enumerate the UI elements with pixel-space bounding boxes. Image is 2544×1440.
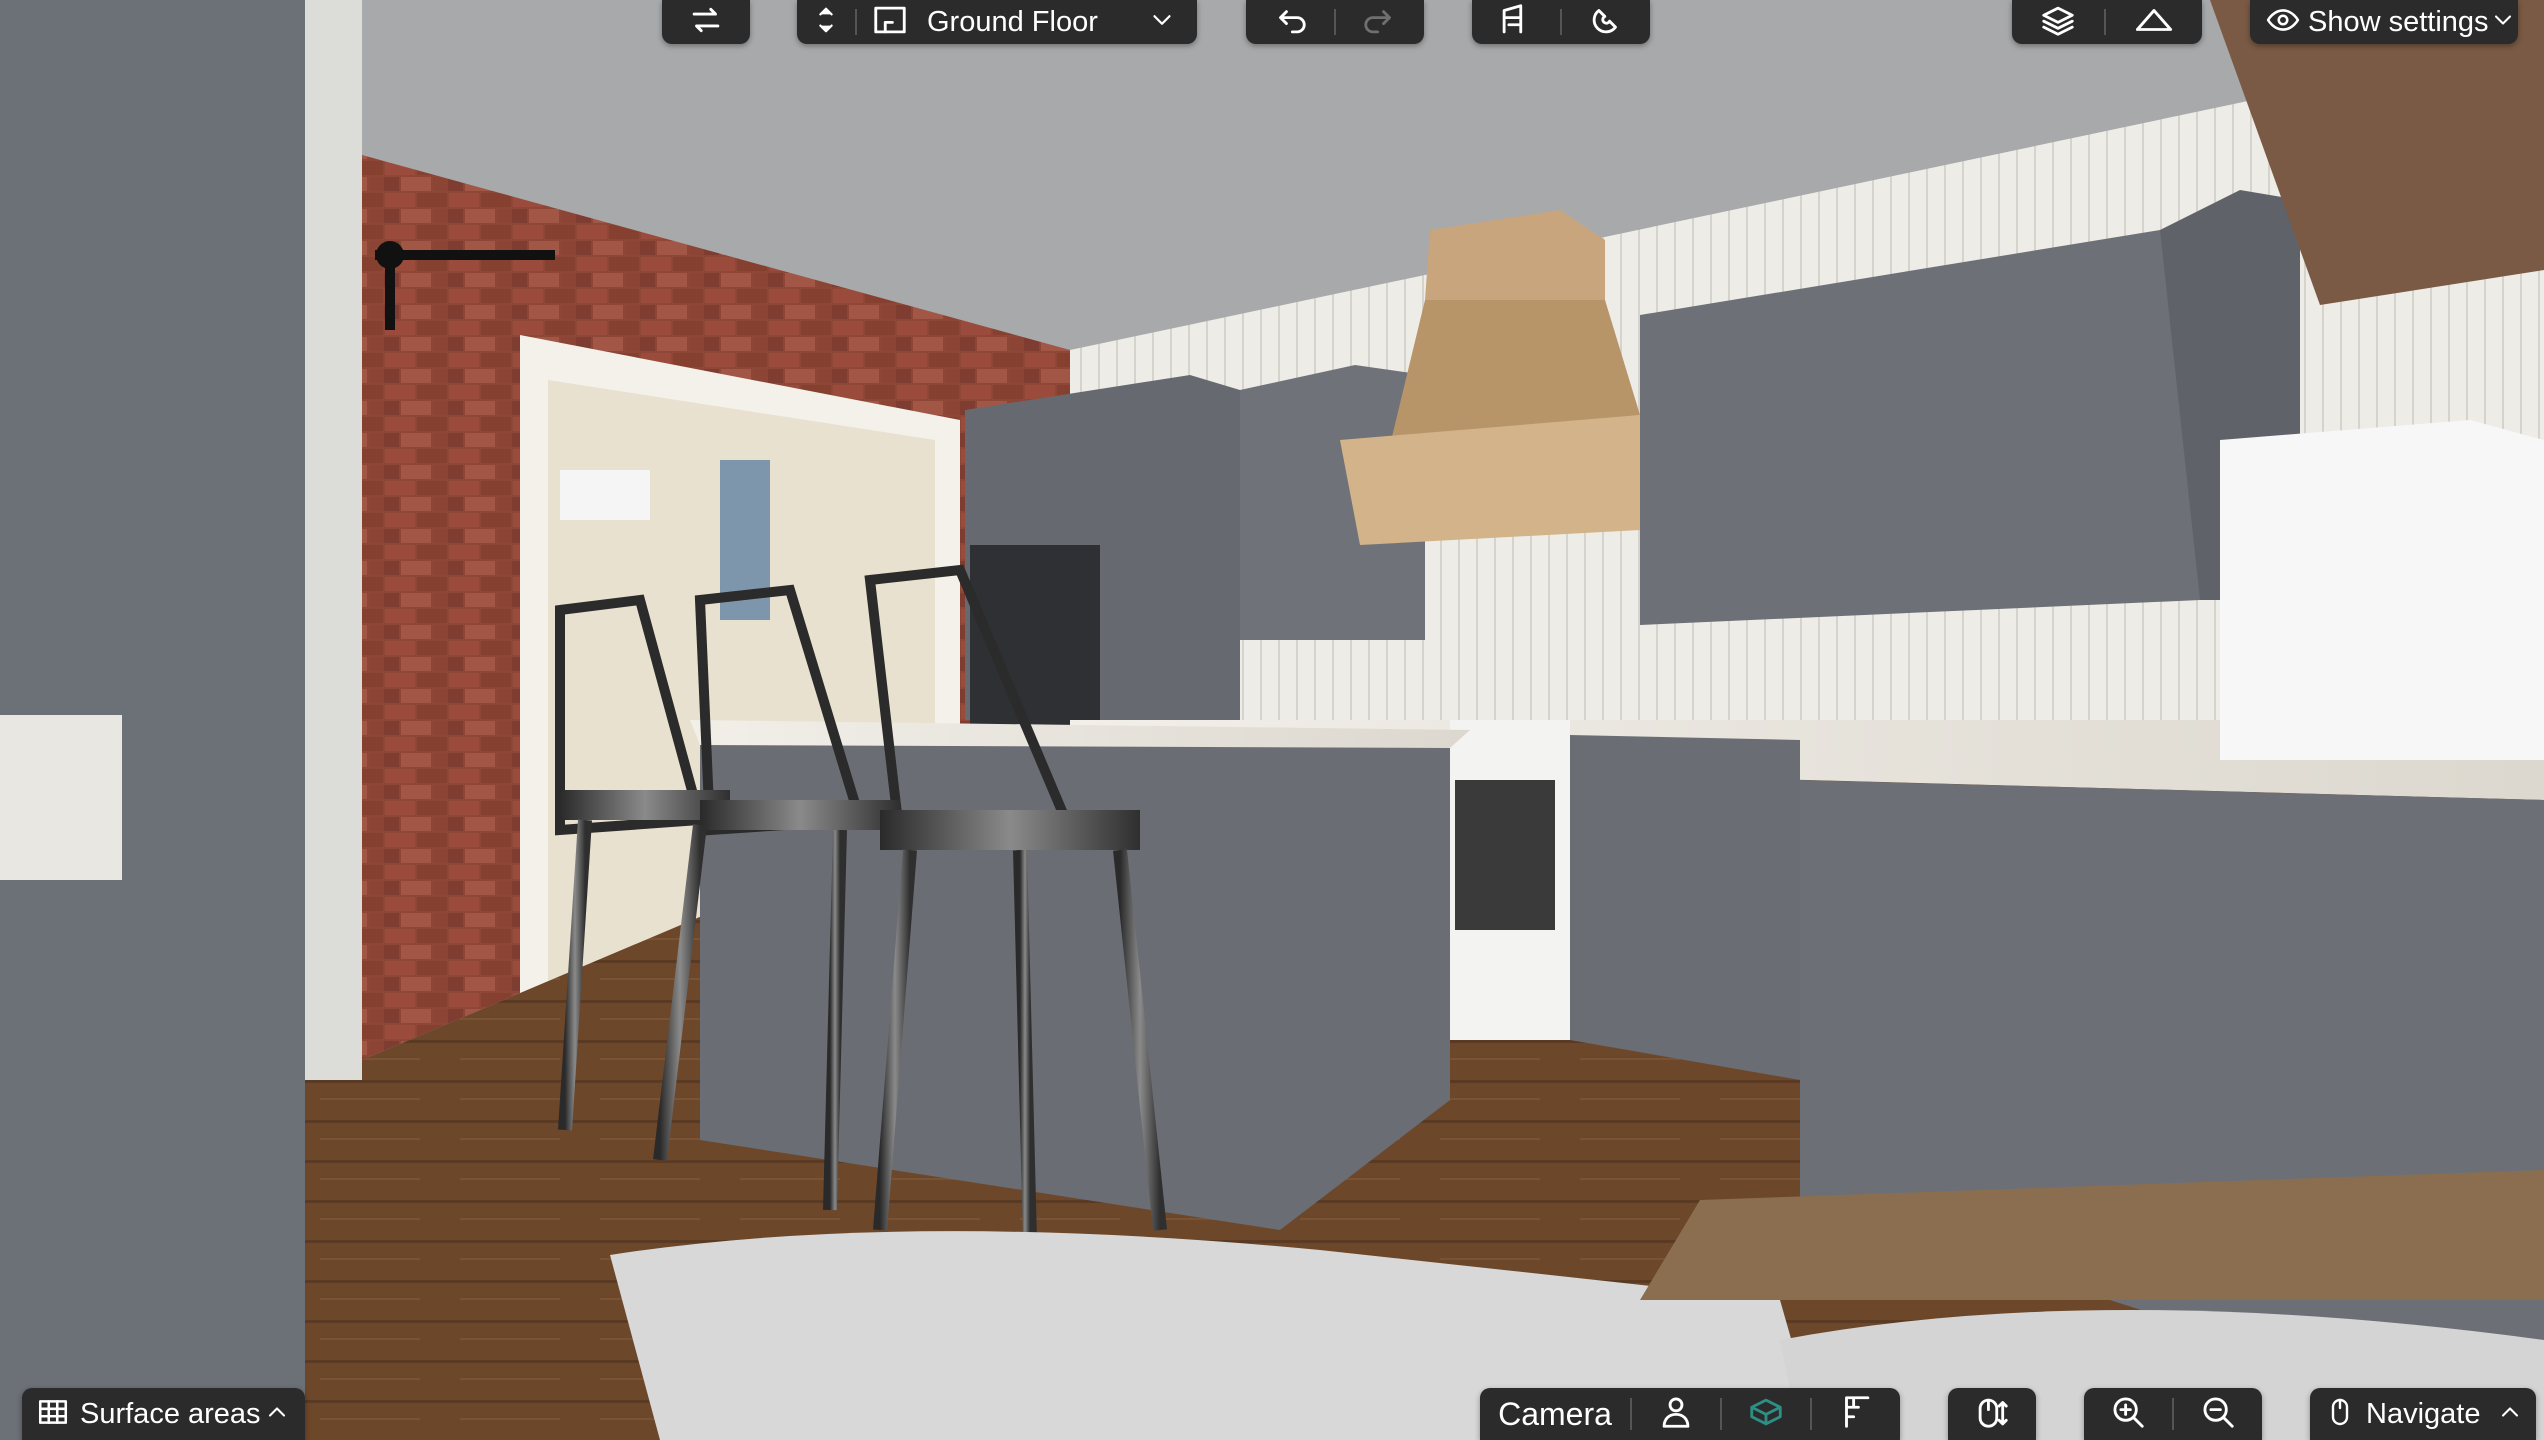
zoom-in-icon: [2109, 1393, 2147, 1436]
swap-toolbar: [662, 0, 750, 44]
layers-button[interactable]: [2012, 0, 2104, 44]
magnet-tool-button[interactable]: [1562, 0, 1650, 44]
mouse-mode-button[interactable]: [1948, 1388, 2036, 1440]
cube-icon: [1747, 1393, 1785, 1436]
paint-tool-button[interactable]: [1472, 0, 1560, 44]
chevron-down-icon: [1147, 5, 1177, 40]
roof-button[interactable]: [2106, 0, 2202, 44]
chevron-up-icon: [2496, 1398, 2524, 1431]
undo-icon: [1271, 1, 1309, 44]
3d-view-button[interactable]: [1722, 1388, 1810, 1440]
floor-toolbar: Ground Floor: [797, 0, 1197, 44]
zoom-out-button[interactable]: [2174, 1388, 2262, 1440]
floor-selector-label: Ground Floor: [927, 5, 1098, 38]
navigate-label: Navigate: [2366, 1397, 2481, 1430]
swap-view-button[interactable]: [662, 0, 750, 44]
surface-areas-panel: Surface areas: [22, 1388, 305, 1440]
tools-toolbar: [1472, 0, 1650, 44]
3d-viewport[interactable]: [0, 0, 2544, 1440]
eye-icon: [2266, 3, 2300, 42]
floor-selector[interactable]: Ground Floor: [857, 0, 1197, 44]
mouse-icon: [2324, 1396, 2356, 1433]
show-settings-toolbar: Show settings: [2250, 0, 2518, 44]
redo-icon: [1361, 1, 1399, 44]
zoom-toolbar: [2084, 1388, 2262, 1440]
camera-toolbar: Camera: [1480, 1388, 1900, 1440]
magnet-icon: [1587, 1, 1625, 44]
show-settings-button[interactable]: Show settings: [2250, 0, 2518, 44]
plan-view-icon: [1837, 1393, 1875, 1436]
navigate-button[interactable]: Navigate: [2310, 1388, 2536, 1440]
layers-icon: [2039, 1, 2077, 44]
level-switch-button[interactable]: [797, 0, 855, 44]
camera-button[interactable]: Camera: [1480, 1388, 1630, 1440]
zoom-out-icon: [2199, 1393, 2237, 1436]
floor-plan-icon: [871, 1, 909, 44]
person-icon: [1657, 1393, 1695, 1436]
undo-button[interactable]: [1246, 0, 1334, 44]
redo-button[interactable]: [1336, 0, 1424, 44]
surface-areas-button[interactable]: Surface areas: [22, 1388, 305, 1440]
show-settings-label: Show settings: [2308, 5, 2489, 38]
paint-icon: [1497, 1, 1535, 44]
first-person-view-button[interactable]: [1632, 1388, 1720, 1440]
grid-icon: [36, 1395, 70, 1434]
camera-label: Camera: [1498, 1395, 1612, 1432]
navigate-toolbar: Navigate: [2310, 1388, 2536, 1440]
view-mode-toolbar: [2012, 0, 2202, 44]
chevron-down-icon: [2489, 6, 2517, 39]
mouse-mode-toolbar: [1948, 1388, 2036, 1440]
chevron-up-icon: [263, 1398, 291, 1431]
swap-icon: [687, 1, 725, 44]
roof-icon: [2124, 1, 2184, 44]
surface-areas-label: Surface areas: [80, 1397, 261, 1430]
zoom-in-button[interactable]: [2084, 1388, 2172, 1440]
mouse-icon: [1973, 1393, 2011, 1436]
plan-view-button[interactable]: [1812, 1388, 1900, 1440]
history-toolbar: [1246, 0, 1424, 44]
level-arrows-icon: [811, 1, 841, 44]
